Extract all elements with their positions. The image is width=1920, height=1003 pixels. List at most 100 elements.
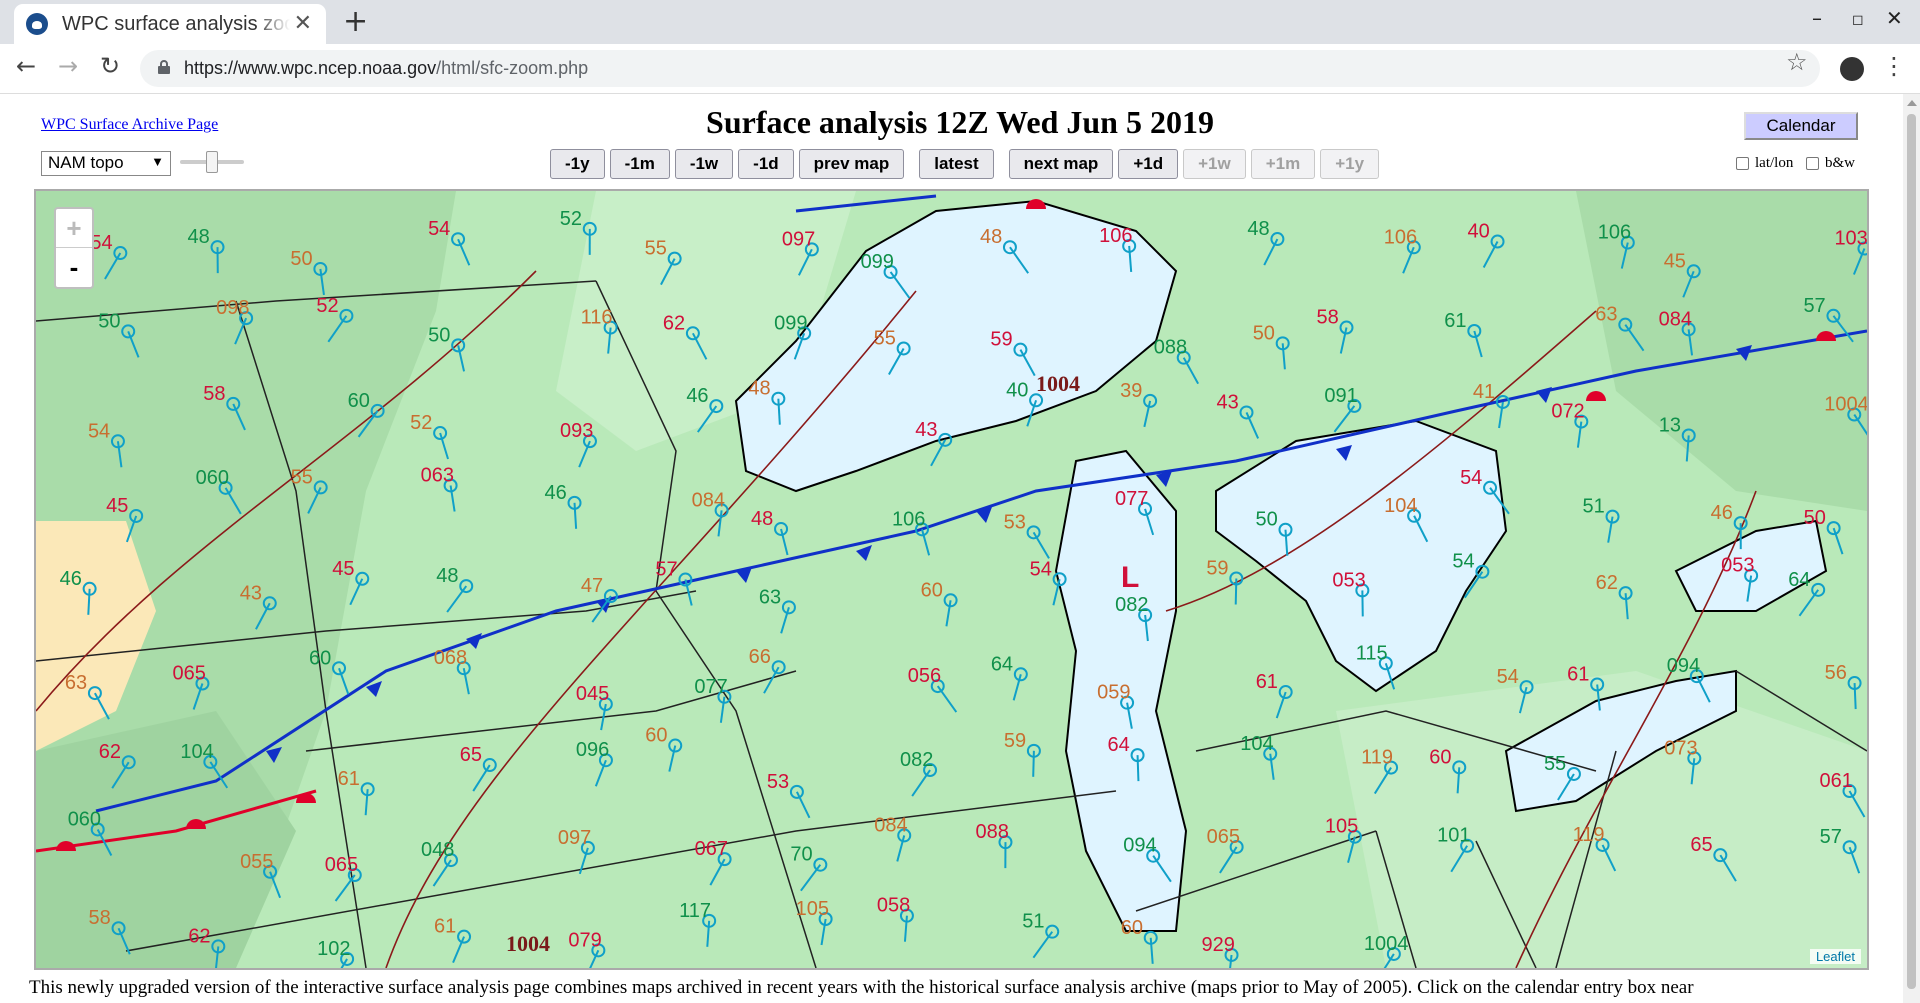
minimize-icon[interactable]: – [1812, 6, 1822, 30]
station-value: 58 [89, 907, 111, 929]
nav-button-1y[interactable]: -1y [550, 149, 605, 179]
station-value: 058 [877, 895, 910, 917]
station-value: 45 [1664, 250, 1686, 272]
station-value: 088 [975, 821, 1008, 843]
reload-icon[interactable]: ↻ [100, 52, 120, 80]
wind-barb [446, 585, 468, 613]
bookmark-star-icon[interactable]: ☆ [1786, 48, 1808, 76]
wind-barb [472, 764, 491, 792]
station-circle [1490, 234, 1505, 249]
station-value: 061 [1820, 770, 1853, 792]
map-canvas[interactable]: L 54 48 50 54 52 55 097 099 48 106 48 106 40 106 45 103… [36, 191, 1867, 968]
station-value: 106 [1384, 226, 1417, 248]
tab-title: WPC surface analysis zoom [62, 12, 290, 35]
station-value: 094 [1123, 835, 1156, 857]
bw-checkbox-box[interactable] [1806, 157, 1819, 170]
surface-analysis-map[interactable]: L 54 48 50 54 52 55 097 099 48 106 48 106 40 106 45 103… [34, 189, 1869, 970]
station-value: 65 [460, 744, 482, 766]
nav-button-prev-map[interactable]: prev map [798, 149, 905, 179]
new-tab-icon[interactable]: + [343, 4, 368, 39]
station-value: 084 [874, 814, 907, 836]
lock-icon [158, 60, 170, 74]
station-circle [781, 600, 796, 615]
nav-button-next-map[interactable]: next map [1008, 149, 1114, 179]
station-value: 63 [759, 586, 781, 608]
station-value: 40 [1468, 221, 1490, 243]
station-value: 106 [1099, 225, 1132, 247]
scroll-up-icon[interactable] [1907, 100, 1917, 106]
bw-label: b&w [1825, 155, 1855, 171]
address-bar[interactable]: https://www.wpc.ncep.noaa.gov/html/sfc-z… [140, 50, 1820, 87]
wind-barb [717, 510, 723, 537]
wind-barb [1032, 750, 1035, 777]
nav-button-1d[interactable]: -1d [738, 149, 794, 179]
leaflet-attribution-link[interactable]: Leaflet [1809, 949, 1861, 964]
station-value: 56 [1825, 662, 1847, 684]
station-value: 48 [436, 565, 458, 587]
wind-barb [1032, 931, 1054, 959]
latlon-checkbox[interactable]: lat/lon [1736, 155, 1793, 172]
wind-barb [1263, 238, 1279, 266]
map-layer-select[interactable]: NAM topo ▼ [41, 151, 171, 176]
browser-tab[interactable]: WPC surface analysis zoom ✕ [14, 4, 326, 44]
wind-barb [1032, 531, 1050, 559]
zoom-in-button[interactable]: + [56, 209, 92, 248]
maximize-icon[interactable]: ◻ [1852, 12, 1864, 28]
station-value: 099 [861, 251, 894, 273]
nav-button-1d[interactable]: +1d [1118, 149, 1179, 179]
nav-button-1w[interactable]: +1w [1183, 149, 1246, 179]
nav-button-1w[interactable]: -1w [674, 149, 734, 179]
station-value: 58 [203, 383, 225, 405]
nav-button-1m[interactable]: -1m [609, 149, 670, 179]
station-value: 077 [694, 676, 727, 698]
menu-kebab-icon[interactable]: ⋮ [1882, 52, 1906, 80]
close-tab-icon[interactable]: ✕ [294, 11, 312, 36]
back-icon[interactable]: ← [16, 52, 36, 80]
forward-icon[interactable]: → [58, 52, 78, 80]
bw-checkbox[interactable]: b&w [1806, 155, 1855, 172]
station-value: 51 [1583, 496, 1605, 518]
vertical-scrollbar[interactable] [1903, 94, 1920, 1003]
wind-barb [796, 791, 811, 819]
wind-barb [364, 789, 369, 816]
station-value: 39 [1120, 380, 1142, 402]
station-value: 1004 [1364, 933, 1409, 955]
station-value: 084 [1659, 308, 1692, 330]
chevron-down-icon: ▼ [151, 154, 164, 169]
slider-thumb[interactable] [206, 151, 218, 173]
nav-button-latest[interactable]: latest [919, 149, 994, 179]
station-value: 62 [663, 312, 685, 334]
station-value: 093 [560, 420, 593, 442]
nav-button-1y[interactable]: +1y [1320, 149, 1380, 179]
station-value: 48 [748, 378, 770, 400]
station-value: 068 [434, 647, 467, 669]
station-value: 54 [1460, 467, 1482, 489]
wind-barb [1269, 753, 1275, 780]
station-value: 48 [980, 226, 1002, 248]
station-value: 060 [196, 467, 229, 489]
station-value: 40 [1006, 379, 1028, 401]
station-value: 55 [874, 327, 896, 349]
noaa-favicon-icon [26, 13, 48, 35]
scrollbar-thumb[interactable] [1907, 114, 1916, 989]
station-value: 115 [1356, 642, 1388, 664]
station-value: 52 [316, 295, 338, 317]
url-path: /html/sfc-zoom.php [436, 58, 589, 78]
nav-button-1m[interactable]: +1m [1250, 149, 1316, 179]
wind-barb [87, 588, 91, 615]
station-value: 101 [1437, 825, 1470, 847]
calendar-button[interactable]: Calendar [1744, 112, 1858, 140]
station-value: 70 [790, 844, 812, 866]
window-close-icon[interactable]: ✕ [1886, 6, 1903, 30]
station-value: 55 [1544, 753, 1566, 775]
station-value: 065 [1207, 826, 1240, 848]
latlon-checkbox-box[interactable] [1736, 157, 1749, 170]
station-value: 065 [172, 663, 205, 685]
station-value: 119 [1573, 824, 1605, 846]
station-value: 41 [1473, 381, 1495, 403]
opacity-slider[interactable] [180, 151, 244, 173]
station-value: 102 [317, 938, 350, 960]
wind-barb [911, 769, 931, 797]
profile-avatar-icon[interactable] [1840, 57, 1864, 81]
zoom-out-button[interactable]: - [56, 248, 92, 287]
